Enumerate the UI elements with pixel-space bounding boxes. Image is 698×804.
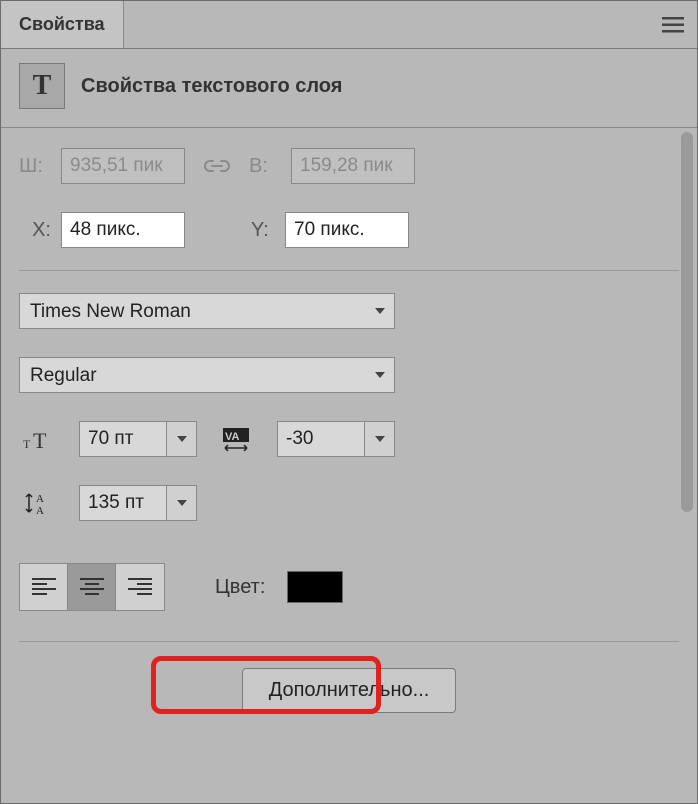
hamburger-icon bbox=[662, 17, 684, 33]
leading-dropdown[interactable] bbox=[167, 485, 197, 521]
font-size-input[interactable] bbox=[79, 421, 197, 457]
width-input bbox=[61, 148, 185, 184]
tracking-icon: VA bbox=[217, 426, 257, 452]
font-size-icon: TT bbox=[19, 426, 59, 452]
font-style-select[interactable]: Regular bbox=[19, 357, 395, 393]
layer-title: Свойства текстового слоя bbox=[81, 75, 342, 98]
x-label: X: bbox=[19, 219, 51, 242]
align-left-button[interactable] bbox=[20, 564, 68, 610]
x-input[interactable] bbox=[61, 212, 185, 248]
color-swatch[interactable] bbox=[287, 571, 343, 603]
height-input bbox=[291, 148, 415, 184]
content-area: Ш: В: X: Y: Times New Roman bbox=[1, 127, 697, 803]
font-family-select[interactable]: Times New Roman bbox=[19, 293, 395, 329]
svg-text:T: T bbox=[23, 437, 31, 451]
svg-text:T: T bbox=[33, 428, 47, 452]
layer-header: T Свойства текстового слоя bbox=[1, 49, 697, 127]
svg-text:A: A bbox=[36, 505, 44, 516]
tracking-dropdown[interactable] bbox=[365, 421, 395, 457]
scrollbar-thumb[interactable] bbox=[681, 132, 693, 512]
titlebar: Свойства bbox=[1, 1, 697, 49]
tracking-input[interactable] bbox=[277, 421, 395, 457]
tab-properties[interactable]: Свойства bbox=[1, 1, 124, 48]
width-label: Ш: bbox=[19, 155, 51, 178]
svg-text:VA: VA bbox=[225, 431, 240, 443]
leading-icon: AA bbox=[19, 490, 59, 516]
y-label: Y: bbox=[251, 219, 275, 242]
text-align-group bbox=[19, 563, 165, 611]
height-label: В: bbox=[249, 155, 281, 178]
properties-panel: Свойства T Свойства текстового слоя Ш: В… bbox=[0, 0, 698, 804]
color-label: Цвет: bbox=[215, 576, 265, 599]
leading-input[interactable] bbox=[79, 485, 197, 521]
svg-text:A: A bbox=[36, 493, 44, 505]
advanced-button[interactable]: Дополнительно... bbox=[242, 668, 457, 713]
panel-menu-button[interactable] bbox=[649, 1, 697, 48]
align-center-button[interactable] bbox=[68, 564, 116, 610]
align-right-button[interactable] bbox=[116, 564, 164, 610]
link-dimensions-icon[interactable] bbox=[203, 157, 231, 175]
type-layer-icon: T bbox=[19, 63, 65, 109]
y-input[interactable] bbox=[285, 212, 409, 248]
font-size-dropdown[interactable] bbox=[167, 421, 197, 457]
